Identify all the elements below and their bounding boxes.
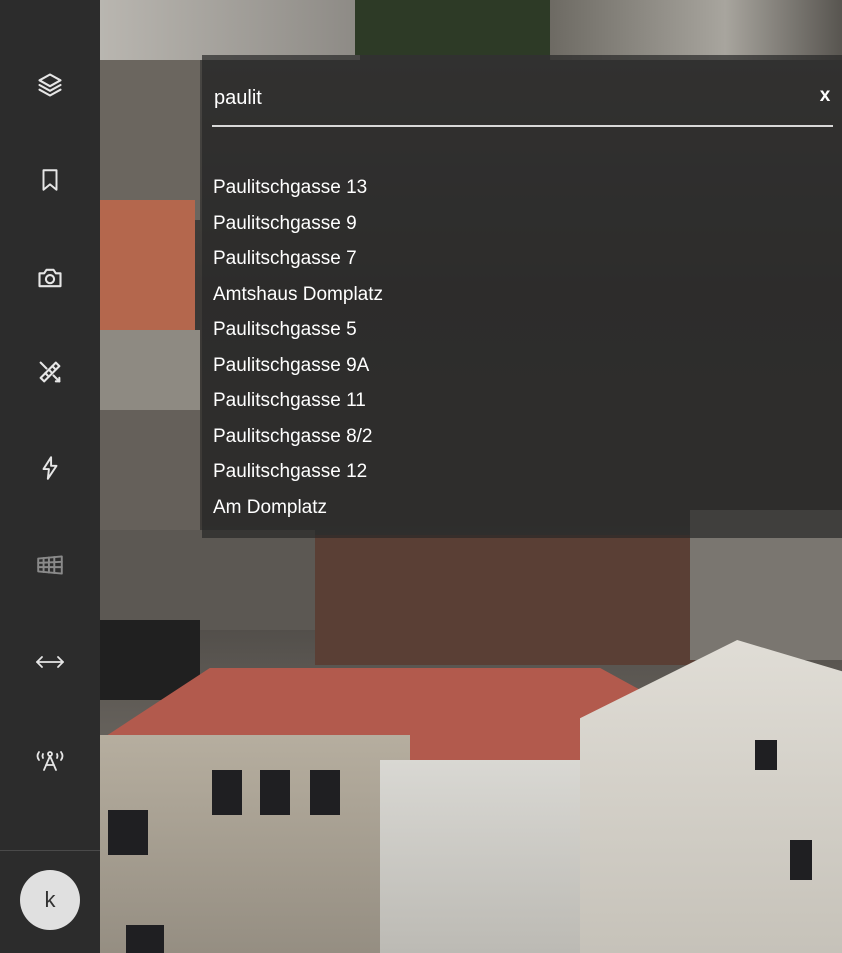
user-avatar[interactable]: k [20, 870, 80, 930]
grid-wall-icon [35, 554, 65, 581]
map-building [100, 330, 200, 410]
search-result-item[interactable]: Paulitschgasse 9A [213, 348, 383, 384]
antenna-icon [34, 746, 66, 779]
bookmark-icon [37, 166, 63, 199]
map-building [100, 60, 200, 220]
map-building [100, 0, 360, 60]
distance-button[interactable] [28, 642, 72, 686]
map-window [310, 770, 340, 815]
wall-grid-button[interactable] [28, 545, 72, 589]
map-window [755, 740, 777, 770]
search-result-item[interactable]: Paulitschgasse 9 [213, 206, 383, 242]
search-input[interactable] [214, 83, 804, 113]
layers-button[interactable] [28, 65, 72, 109]
measure-tools-icon [36, 358, 64, 391]
tool-sidebar: k [0, 0, 100, 953]
map-building [550, 0, 842, 60]
screenshot-button[interactable] [28, 258, 72, 302]
sidebar-divider [0, 850, 100, 851]
map-facade [380, 760, 590, 953]
map-building [100, 530, 315, 630]
search-input-underline [212, 125, 833, 127]
horizontal-arrows-icon [34, 652, 66, 677]
analysis-button[interactable] [28, 448, 72, 492]
search-result-item[interactable]: Paulitschgasse 5 [213, 312, 383, 348]
map-window [108, 810, 148, 855]
close-search-button[interactable]: x [814, 83, 836, 109]
map-roof [100, 200, 195, 330]
camera-icon [36, 264, 64, 297]
lightning-icon [37, 454, 63, 487]
map-roof [315, 535, 695, 665]
search-result-item[interactable]: Paulitschgasse 13 [213, 170, 383, 206]
search-result-item[interactable]: Am Domplatz [213, 490, 383, 526]
search-result-item[interactable]: Amtshaus Domplatz [213, 277, 383, 313]
search-result-item[interactable]: Paulitschgasse 8/2 [213, 419, 383, 455]
tools-button[interactable] [28, 352, 72, 396]
map-building [100, 410, 200, 530]
map-window [790, 840, 812, 880]
layers-icon [36, 71, 64, 104]
map-trees [355, 0, 555, 55]
antenna-button[interactable] [28, 740, 72, 784]
search-result-item[interactable]: Paulitschgasse 12 [213, 454, 383, 490]
bookmarks-button[interactable] [28, 160, 72, 204]
map-window [126, 925, 164, 953]
search-result-item[interactable]: Paulitschgasse 7 [213, 241, 383, 277]
map-window [260, 770, 290, 815]
map-window [212, 770, 242, 815]
search-panel: x Paulitschgasse 13 Paulitschgasse 9 Pau… [202, 55, 842, 538]
search-results-list: Paulitschgasse 13 Paulitschgasse 9 Pauli… [213, 170, 383, 525]
search-result-item[interactable]: Paulitschgasse 11 [213, 383, 383, 419]
